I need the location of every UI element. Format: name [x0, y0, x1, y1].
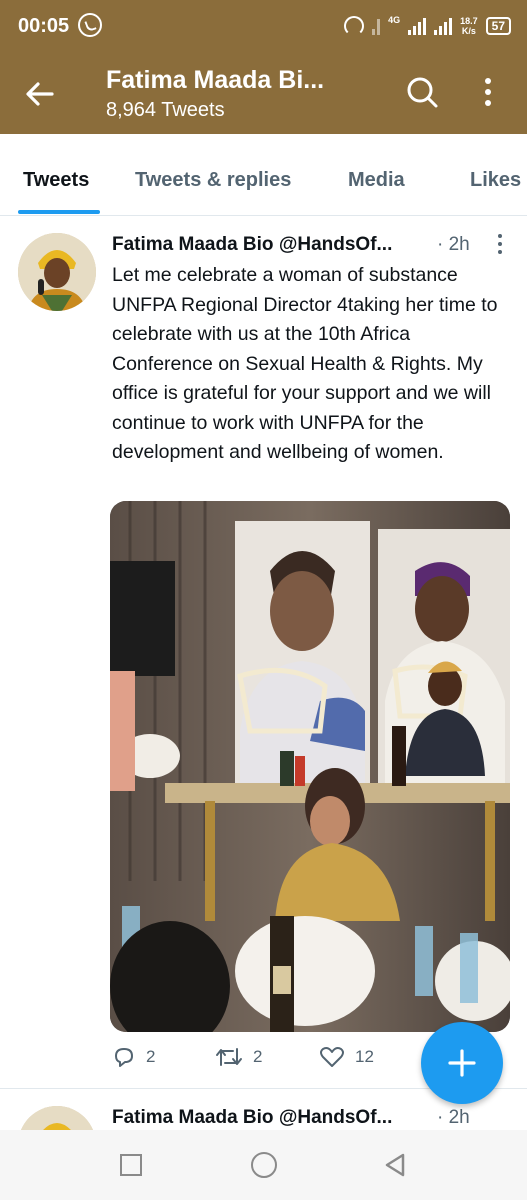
like-count: 12 — [355, 1047, 374, 1066]
signal-sim3-icon — [434, 17, 453, 35]
tab-tweets-and-replies[interactable]: Tweets & replies — [135, 169, 291, 192]
signal-sim2-icon — [408, 17, 427, 35]
next-tweet-author[interactable]: Fatima Maada Bio @HandsOf... — [112, 1107, 392, 1129]
compose-tweet-button[interactable] — [421, 1022, 503, 1104]
search-icon[interactable] — [404, 74, 440, 110]
back-arrow-icon[interactable] — [22, 76, 58, 112]
speed-value: 18.7 — [460, 16, 478, 26]
more-options-icon[interactable] — [470, 74, 506, 110]
network-type: 4G — [388, 14, 401, 25]
status-icons: 4G 18.7 K/s 57 — [344, 12, 511, 40]
network-speed: 18.7 K/s — [460, 16, 478, 36]
tweet-more-icon[interactable] — [490, 231, 510, 257]
system-nav-bar — [0, 1130, 527, 1200]
app-bar: Fatima Maada Bi... 8,964 Tweets — [0, 54, 527, 134]
tab-media[interactable]: Media — [348, 169, 405, 192]
avatar[interactable] — [18, 233, 96, 311]
retweet-button[interactable]: 2 — [215, 1045, 262, 1069]
next-tweet-time: · 2h — [437, 1107, 470, 1128]
home-icon[interactable] — [251, 1152, 277, 1178]
active-tab-indicator — [18, 210, 100, 214]
recent-apps-icon[interactable] — [120, 1154, 142, 1176]
plus-icon — [448, 1049, 476, 1077]
reply-button[interactable]: 2 — [112, 1045, 155, 1069]
speed-unit: K/s — [461, 26, 476, 36]
retweet-count: 2 — [253, 1047, 263, 1066]
tab-likes[interactable]: Likes — [470, 169, 521, 192]
tab-tweets[interactable]: Tweets — [23, 169, 89, 192]
tweet-author[interactable]: Fatima Maada Bio @HandsOf... — [112, 234, 392, 256]
signal-sim1-icon — [372, 17, 381, 35]
profile-header: 00:05 4G 18.7 K/s 57 Fatima Maada Bi... — [0, 0, 527, 134]
nav-back-icon[interactable] — [382, 1152, 408, 1178]
battery-level: 57 — [491, 19, 505, 33]
heart-icon — [320, 1047, 344, 1067]
tweet-text: Let me celebrate a woman of substance UN… — [112, 264, 498, 463]
profile-name-title: Fatima Maada Bi... — [106, 66, 325, 94]
hotspot-icon — [344, 16, 365, 36]
whatsapp-icon — [78, 13, 102, 37]
next-tweet-avatar[interactable] — [18, 1106, 96, 1130]
retweet-icon — [216, 1048, 242, 1066]
like-button[interactable]: 12 — [319, 1045, 374, 1069]
reply-icon — [115, 1048, 133, 1067]
profile-tabs: Tweets Tweets & replies Media Likes — [0, 134, 527, 216]
status-bar: 00:05 4G 18.7 K/s 57 — [0, 0, 527, 54]
status-time: 00:05 — [18, 15, 70, 37]
tweet-time: · 2h — [437, 234, 470, 255]
reply-count: 2 — [146, 1047, 156, 1066]
tweet-count: 8,964 Tweets — [106, 99, 225, 121]
tweet[interactable]: Fatima Maada Bio @HandsOf... · 2h Let me… — [0, 217, 527, 1089]
battery-icon: 57 — [485, 17, 511, 35]
tweet-photo[interactable] — [110, 501, 510, 1032]
